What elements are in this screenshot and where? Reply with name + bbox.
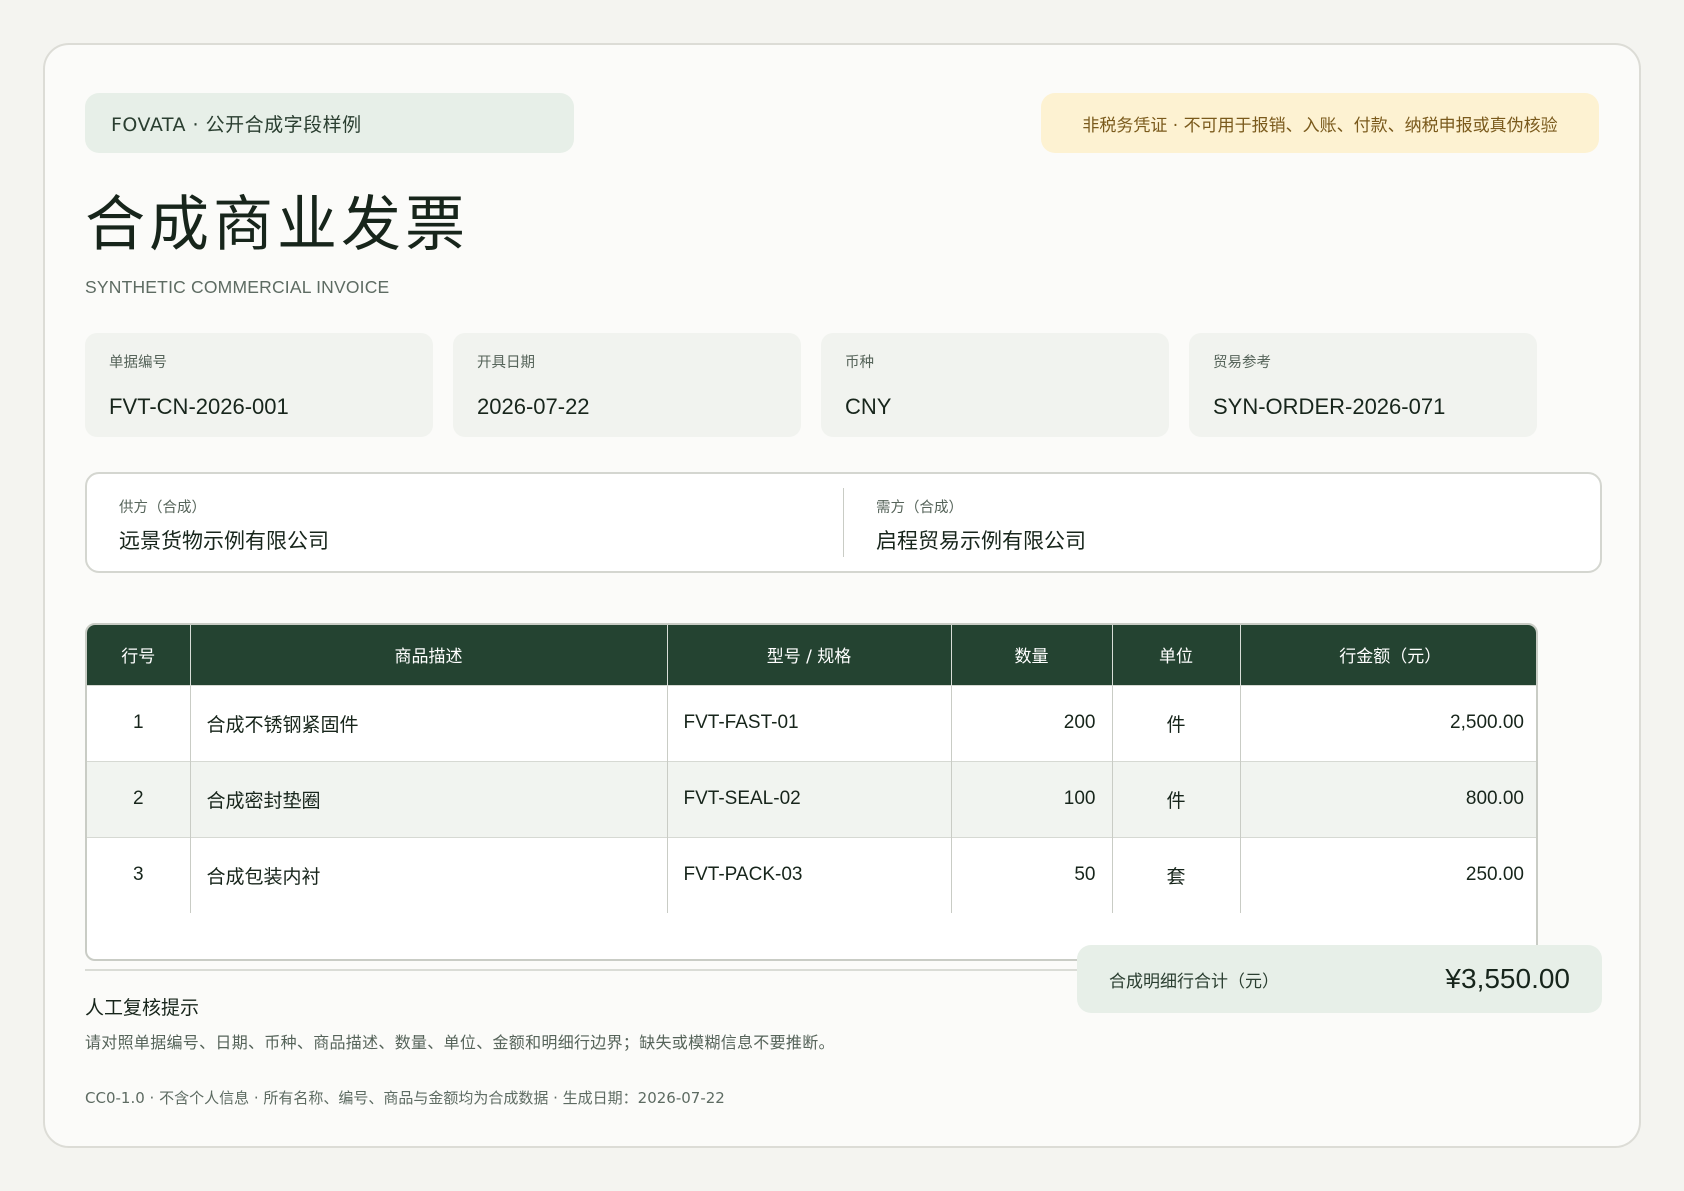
table-row: 3 合成包装内衬 FVT-PACK-03 50 套 250.00 <box>87 836 1536 913</box>
meta-value: FVT-CN-2026-001 <box>109 394 289 419</box>
line-items-table: 行号 商品描述 型号 / 规格 数量 单位 行金额（元） 1 合成不锈钢紧固件 … <box>85 623 1538 961</box>
cell-line-no: 2 <box>87 760 191 837</box>
cell-amount: 800.00 <box>1240 760 1536 837</box>
table-row: 1 合成不锈钢紧固件 FVT-FAST-01 200 件 2,500.00 <box>87 684 1536 761</box>
meta-document-number: 单据编号 FVT-CN-2026-001 <box>85 333 433 437</box>
buyer-section: 需方（合成） 启程贸易示例有限公司 <box>843 488 1600 557</box>
total-value: ¥3,550.00 <box>1445 963 1570 994</box>
seller-name: 远景货物示例有限公司 <box>119 529 329 553</box>
cell-amount: 250.00 <box>1240 836 1536 913</box>
meta-label: 开具日期 <box>477 355 535 371</box>
cell-model: FVT-SEAL-02 <box>667 760 952 837</box>
seller-label: 供方（合成） <box>119 500 206 516</box>
column-header-line-no: 行号 <box>87 625 191 685</box>
footer-note: CC0-1.0 · 不含个人信息 · 所有名称、编号、商品与金额均为合成数据 ·… <box>85 1089 725 1107</box>
seller-section: 供方（合成） 远景货物示例有限公司 <box>87 474 843 571</box>
meta-value: 2026-07-22 <box>477 394 590 419</box>
column-header-quantity: 数量 <box>951 625 1113 685</box>
buyer-name: 启程贸易示例有限公司 <box>876 529 1086 553</box>
meta-issue-date: 开具日期 2026-07-22 <box>453 333 801 437</box>
source-badge: FOVATA · 公开合成字段样例 <box>85 93 574 153</box>
invoice-subtitle: SYNTHETIC COMMERCIAL INVOICE <box>85 277 390 297</box>
total-label: 合成明细行合计（元） <box>1109 971 1279 992</box>
cell-description: 合成不锈钢紧固件 <box>190 684 668 761</box>
column-header-description: 商品描述 <box>190 625 668 685</box>
meta-value: SYN-ORDER-2026-071 <box>1213 394 1446 419</box>
cell-quantity: 50 <box>951 836 1113 913</box>
meta-trade-reference: 贸易参考 SYN-ORDER-2026-071 <box>1189 333 1537 437</box>
buyer-label: 需方（合成） <box>876 500 963 516</box>
cell-description: 合成密封垫圈 <box>190 760 668 837</box>
invoice-card: FOVATA · 公开合成字段样例 非税务凭证 · 不可用于报销、入账、付款、纳… <box>43 43 1641 1148</box>
cell-amount: 2,500.00 <box>1240 684 1536 761</box>
column-header-unit: 单位 <box>1112 625 1241 685</box>
invoice-title: 合成商业发票 <box>85 190 469 260</box>
cell-model: FVT-FAST-01 <box>667 684 952 761</box>
cell-description: 合成包装内衬 <box>190 836 668 913</box>
top-row: FOVATA · 公开合成字段样例 非税务凭证 · 不可用于报销、入账、付款、纳… <box>85 93 1599 153</box>
total-panel: 合成明细行合计（元） ¥3,550.00 <box>1077 945 1602 1013</box>
cell-quantity: 200 <box>951 684 1113 761</box>
meta-value: CNY <box>845 394 892 419</box>
cell-line-no: 3 <box>87 836 191 913</box>
cell-unit: 套 <box>1112 836 1241 913</box>
cell-line-no: 1 <box>87 684 191 761</box>
cell-unit: 件 <box>1112 684 1241 761</box>
column-header-amount: 行金额（元） <box>1240 625 1536 685</box>
meta-currency: 币种 CNY <box>821 333 1169 437</box>
meta-label: 币种 <box>845 355 874 371</box>
table-row: 2 合成密封垫圈 FVT-SEAL-02 100 件 800.00 <box>87 760 1536 837</box>
meta-row: 单据编号 FVT-CN-2026-001 开具日期 2026-07-22 币种 … <box>85 333 1537 437</box>
parties-panel: 供方（合成） 远景货物示例有限公司 需方（合成） 启程贸易示例有限公司 <box>85 472 1602 573</box>
cell-unit: 件 <box>1112 760 1241 837</box>
warning-banner: 非税务凭证 · 不可用于报销、入账、付款、纳税申报或真伪核验 <box>1041 93 1599 153</box>
meta-label: 贸易参考 <box>1213 355 1271 371</box>
table-header-row: 行号 商品描述 型号 / 规格 数量 单位 行金额（元） <box>87 625 1536 685</box>
meta-label: 单据编号 <box>109 355 167 371</box>
cell-quantity: 100 <box>951 760 1113 837</box>
review-text: 请对照单据编号、日期、币种、商品描述、数量、单位、金额和明细行边界；缺失或模糊信… <box>85 1033 835 1052</box>
cell-model: FVT-PACK-03 <box>667 836 952 913</box>
column-header-model: 型号 / 规格 <box>667 625 952 685</box>
review-title: 人工复核提示 <box>85 997 200 1019</box>
